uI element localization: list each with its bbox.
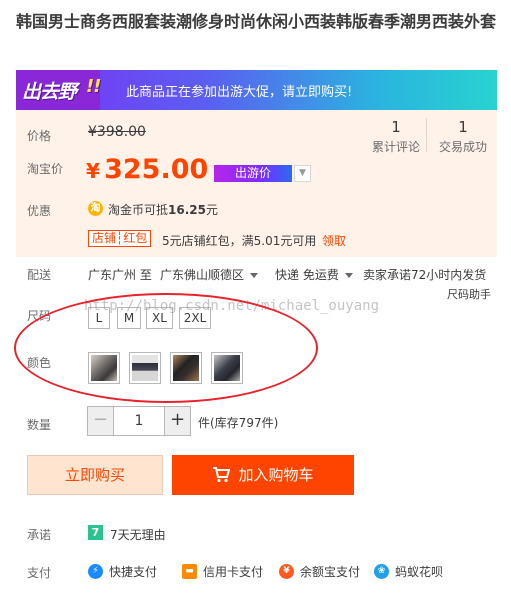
payment-yuebao-label: 余额宝支付 [300,565,361,579]
caret-down-icon [250,273,259,278]
color-option-3[interactable] [170,352,202,384]
shipping-label: 配送 [27,268,52,282]
claim-link[interactable]: 领取 [322,232,346,249]
shop-redpacket-text: 5元店铺红包，满5.01元可用 [162,234,317,248]
tour-price-tag[interactable]: 出游价 [214,165,292,182]
current-price: ¥ 325.00 [86,154,208,185]
promo-logo: 出去野 !! [16,70,101,110]
quickpay-icon: ⚡ [88,564,103,579]
add-to-cart-button[interactable]: 加入购物车 [172,455,354,495]
shop-redpacket-tag: 店铺┆红包 [88,230,152,247]
taojin-text-prefix: 淘金币可抵 [108,203,169,217]
current-price-currency: ¥ [86,159,100,183]
add-to-cart-label: 加入购物车 [238,466,314,484]
shipping-promise: 卖家承诺72小时内发货 [363,268,487,282]
seven-day-icon: 7 [88,525,103,540]
orig-price: ¥398.00 [88,124,146,140]
current-price-label: 淘宝价 [27,162,64,176]
quantity-plus-button[interactable]: + [164,407,190,435]
suit-black-icon [173,355,199,381]
promise-label: 承诺 [27,528,52,542]
product-title: 韩国男士商务西服套装潮修身时尚休闲小西装韩版春季潮男西装外套 [16,12,497,31]
payment-creditcard-label: 信用卡支付 [203,565,264,579]
huabei-icon: ❀ [374,564,389,579]
taojin-coin-icon: 淘 [88,201,103,216]
shipping-destination-select[interactable]: 广东佛山顺德区 [160,266,259,283]
color-option-4[interactable] [211,352,243,384]
stat-sales[interactable]: 1 交易成功 [423,118,503,155]
promise-text[interactable]: 7天无理由 [110,526,166,543]
color-option-2[interactable] [129,352,161,384]
quantity-minus-button[interactable]: − [88,407,114,435]
quantity-input[interactable]: 1 [114,407,164,435]
payment-quickpay-label: 快捷支付 [109,565,158,579]
taojin-suffix: 元 [205,203,218,217]
chevron-down-icon[interactable]: ▼ [294,165,311,182]
taojin-text: 淘金币可抵16.25元 [108,201,218,218]
creditcard-icon: ▬ [182,564,197,579]
yuebao-icon: ¥ [279,564,294,579]
payment-creditcard[interactable]: ▬ 信用卡支付 [182,563,263,580]
payment-quickpay[interactable]: ⚡ 快捷支付 [88,563,157,580]
shipping-from: 广东广州 至 [88,268,152,282]
promo-logo-bang: !! [86,76,101,97]
stat-sales-count: 1 [458,118,468,136]
size-label: 尺码 [27,309,52,323]
suit-grey-icon [91,355,117,381]
color-label: 颜色 [27,356,52,370]
payment-label: 支付 [27,566,52,580]
promo-logo-text: 出去野 [22,81,77,103]
suit-darkgrey-icon [214,355,240,381]
size-helper-link[interactable]: 尺码助手 [447,286,491,302]
shipping-method-select[interactable]: 快递 免运费 [275,266,353,283]
quantity-label: 数量 [27,418,52,432]
stat-sales-label: 交易成功 [438,140,487,154]
payment-huabei-label: 蚂蚁花呗 [395,565,444,579]
price-panel: 价格 ¥398.00 1 累计评论 1 交易成功 淘宝价 ¥ 325.00 出游… [16,110,497,195]
cart-icon [213,467,231,483]
stock-text: 件(库存797件) [198,416,279,430]
shipping-method: 快递 免运费 [275,268,339,282]
shipping-destination: 广东佛山顺德区 [160,268,245,282]
promo-banner[interactable]: 出去野 !! 此商品正在参加出游大促，请立即购买! [16,70,497,110]
current-price-value: 325.00 [104,154,209,185]
buy-now-button[interactable]: 立即购买 [27,455,163,495]
taojin-amount: 16.25 [168,203,206,217]
coupon-label: 优惠 [27,204,52,218]
promo-text: 此商品正在参加出游大促，请立即购买! [126,85,353,100]
quantity-stepper[interactable]: − 1 + [87,406,191,436]
coupon-panel: 优惠 淘 淘金币可抵16.25元 店铺┆红包 5元店铺红包，满5.01元可用 领… [16,195,497,257]
payment-huabei[interactable]: ❀ 蚂蚁花呗 [374,563,443,580]
color-option-1[interactable] [88,352,120,384]
orig-price-label: 价格 [27,129,52,143]
suit-navy-icon [132,355,158,381]
caret-down-icon [344,273,353,278]
payment-yuebao[interactable]: ¥ 余额宝支付 [279,563,360,580]
watermark-text: http://blog.csdn.net/michael_ouyang [84,298,380,314]
